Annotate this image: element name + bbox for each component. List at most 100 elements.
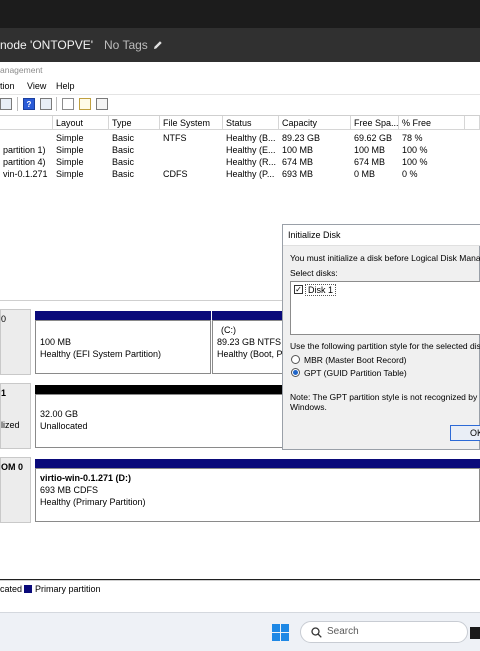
column-header-capacity[interactable]: Capacity (279, 116, 351, 130)
column-header-layout[interactable]: Layout (53, 116, 109, 130)
list-item[interactable]: ✓ Disk 1 (291, 282, 480, 296)
cell-file-system (160, 144, 223, 156)
disk-1-status-text: lized (1, 420, 20, 430)
partition-d-status: Healthy (Primary Partition) (40, 497, 146, 507)
note-line-1: Note: The GPT partition style is not rec… (290, 392, 480, 402)
cell-free-space: 0 MB (354, 169, 376, 179)
ok-button[interactable]: OK (450, 425, 480, 441)
initialize-disk-dialog: Initialize Disk You must initialize a di… (282, 224, 480, 450)
column-header-extra (465, 116, 480, 130)
disk-1-label[interactable]: 1 lized (0, 383, 31, 449)
cell-status: Healthy (E... (226, 145, 276, 155)
partition-d-title: virtio-win-0.1.271 (D:) (40, 473, 132, 483)
menu-action[interactable]: tion (0, 81, 15, 91)
cell-status: Healthy (P... (226, 169, 275, 179)
gpt-label: GPT (GUID Partition Table) (304, 368, 407, 378)
properties-icon[interactable] (40, 98, 52, 110)
mbr-radio[interactable] (291, 355, 300, 364)
cell-percent-free: 0 % (402, 169, 418, 179)
menu-help[interactable]: Help (56, 81, 75, 91)
cell-type: Basic (112, 133, 135, 143)
cell-layout: Simple (56, 133, 84, 143)
menu-view[interactable]: View (27, 81, 46, 91)
toolbar-divider (17, 97, 18, 111)
cell-volume: partition 4) (3, 157, 46, 167)
disk-0-label[interactable]: 0 (0, 309, 31, 375)
partition-unallocated[interactable]: 32.00 GB Unallocated (35, 394, 285, 448)
partition-d-drive[interactable]: virtio-win-0.1.271 (D:) 693 MB CDFS Heal… (35, 468, 480, 522)
app-subtitle: anagement (0, 65, 43, 75)
column-header-type[interactable]: Type (109, 116, 160, 130)
partition-c-size: 89.23 GB NTFS (217, 337, 282, 347)
partition-stripe-primary (212, 311, 284, 320)
checkbox-icon[interactable]: ✓ (294, 285, 303, 294)
cell-layout: Simple (56, 145, 84, 155)
toolbar: ? (0, 95, 480, 116)
ok-label: OK (470, 428, 480, 438)
search-placeholder: Search (327, 626, 359, 637)
cdrom-0-label[interactable]: OM 0 (0, 457, 31, 523)
cell-capacity: 100 MB (282, 145, 314, 155)
cell-capacity: 674 MB (282, 157, 314, 167)
cell-status: Healthy (B... (226, 133, 276, 143)
column-header-file-system[interactable]: File System (160, 116, 223, 130)
search-icon (311, 627, 322, 638)
cell-volume: vin-0.1.271 (3, 169, 48, 179)
dialog-title-bar[interactable]: Initialize Disk (283, 225, 480, 246)
column-header-volume[interactable] (0, 116, 53, 130)
cell-status: Healthy (R... (226, 157, 277, 167)
column-header-free-space[interactable]: Free Spa... (351, 116, 399, 130)
pencil-icon[interactable] (153, 40, 163, 50)
windows-start-icon[interactable] (272, 624, 289, 641)
toolbar-divider (56, 97, 57, 111)
disk-0-label-text: 0 (1, 314, 7, 324)
cell-layout: Simple (56, 169, 84, 179)
partition-stripe-primary (35, 311, 211, 320)
tags-label: No Tags (104, 38, 148, 52)
partition-stripe-primary (35, 459, 480, 468)
cell-layout: Simple (56, 157, 84, 167)
taskbar-search[interactable]: Search (300, 621, 468, 643)
gpt-radio[interactable] (291, 368, 300, 377)
grid-view-icon[interactable] (0, 98, 12, 110)
unallocated-size: 32.00 GB (40, 409, 79, 419)
cell-capacity: 89.23 GB (282, 133, 321, 143)
unallocated-label: Unallocated (40, 421, 88, 431)
cell-file-system: CDFS (163, 169, 188, 179)
partition-efi[interactable]: 100 MB Healthy (EFI System Partition) (35, 320, 211, 374)
cell-free-space: 69.62 GB (354, 133, 393, 143)
cell-type: Basic (112, 169, 135, 179)
cell-capacity: 693 MB (282, 169, 314, 179)
column-header-percent-free[interactable]: % Free (399, 116, 465, 130)
taskbar: Search (0, 612, 480, 651)
taskbar-app-icon[interactable] (470, 627, 480, 639)
partition-c-drive[interactable]: (C:) 89.23 GB NTFS Healthy (Boot, Pa (212, 320, 284, 374)
node-title: node 'ONTOPVE' (0, 38, 94, 52)
cdrom-0-label-text: OM 0 (1, 462, 24, 472)
cell-free-space: 674 MB (354, 157, 386, 167)
cell-free-space: 100 MB (354, 145, 386, 155)
disk-listbox[interactable]: ✓ Disk 1 (290, 281, 480, 335)
menu-bar: tion View Help (0, 78, 480, 95)
help-icon[interactable]: ? (23, 98, 35, 110)
console-title-bar: node 'ONTOPVE' No Tags (0, 28, 480, 62)
partition-stripe-unallocated (35, 385, 285, 394)
cell-volume (0, 132, 53, 144)
cell-file-system (160, 156, 223, 168)
partition-c-status: Healthy (Boot, Pa (217, 349, 284, 359)
legend-primary-swatch (24, 585, 32, 593)
connect-icon[interactable] (62, 98, 74, 110)
partition-c-title: (C:) (221, 325, 236, 335)
tags-edit[interactable]: No Tags (104, 38, 163, 52)
disk-1-item-label: Disk 1 (305, 284, 337, 296)
column-header-status[interactable]: Status (223, 116, 279, 130)
cell-type: Basic (112, 145, 135, 155)
refresh-icon[interactable] (96, 98, 108, 110)
cell-file-system: NTFS (163, 133, 187, 143)
legend-unallocated-label: cated (0, 584, 23, 594)
mbr-label: MBR (Master Boot Record) (304, 355, 407, 365)
app-subtitle-bar: anagement (0, 62, 480, 78)
statusbar-spacer (0, 596, 480, 612)
checklist-icon[interactable] (79, 98, 91, 110)
top-bar (0, 0, 480, 28)
